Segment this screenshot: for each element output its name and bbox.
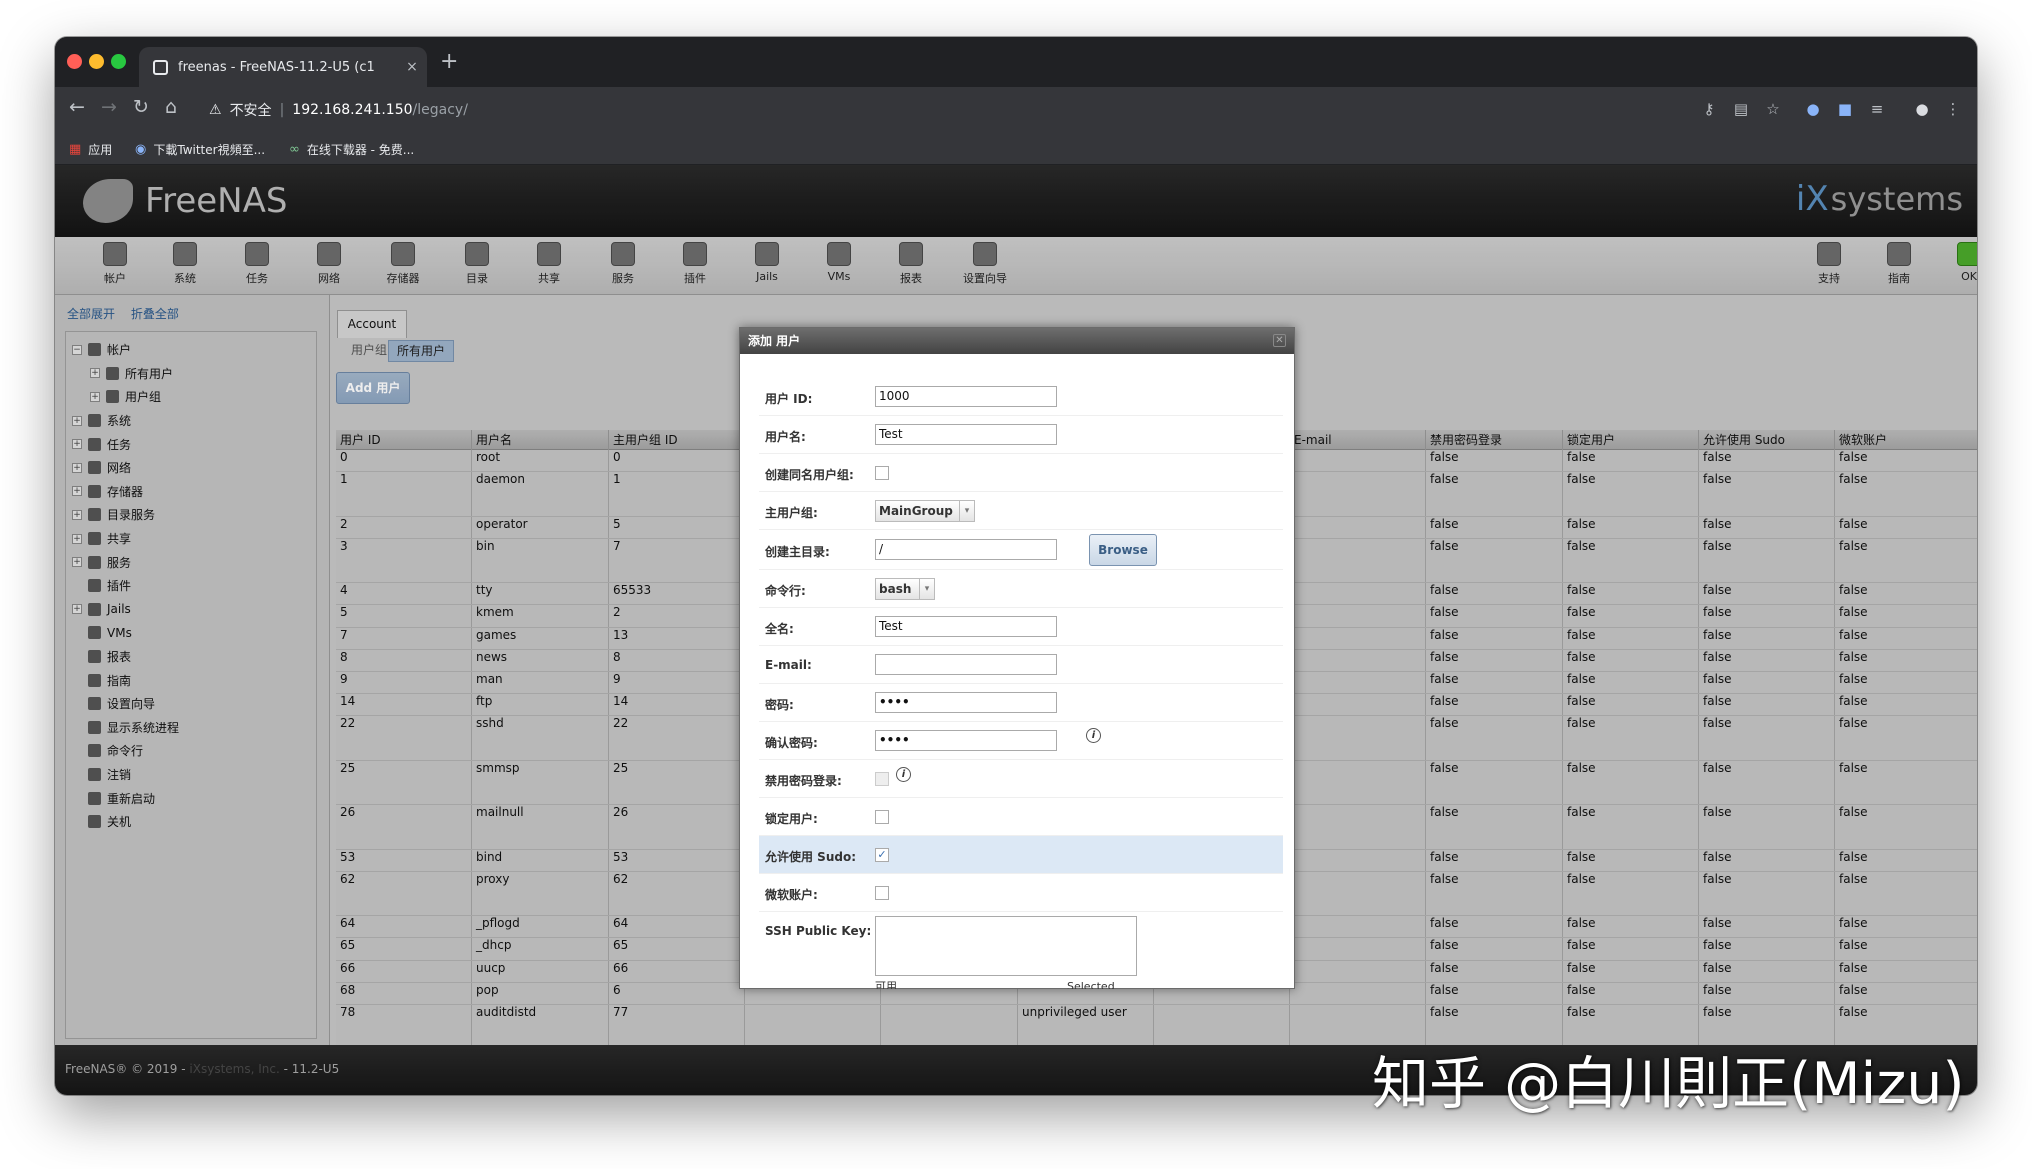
translate-icon[interactable]: ▤ [1731,100,1751,118]
browser-tab[interactable]: freenas - FreeNAS-11.2-U5 (c1 × [139,47,427,87]
freenas-app: FreeNAS iX systems 帐户 系统 任务 网络 存储器 目录 共享 服务 插件 Jai… [55,165,1977,1095]
info-icon[interactable]: i [896,767,911,782]
apps-grid-icon: ▦ [69,142,82,157]
uid-label: 用户 ID: [765,392,813,406]
bookmarks-bar: ▦ 应用 ◉ 下載Twitter視頻至... ∞ 在线下载器 - 免费... [55,133,1977,165]
add-user-form: 用户 ID: 1000 用户名: Test 创建同名用户组: 主用户组: Mai… [759,378,1283,989]
close-window-button[interactable] [67,54,82,69]
freenas-favicon-icon [153,59,168,75]
shell-label: 命令行: [765,584,806,598]
sudo-label: 允许使用 Sudo: [765,850,856,864]
chevron-down-icon: ▾ [959,501,974,521]
chevron-down-icon: ▾ [919,579,934,599]
browse-button[interactable]: Browse [1089,534,1157,566]
extension-list-icon[interactable]: ≡ [1867,100,1887,118]
ssh-key-label: SSH Public Key: [765,924,872,938]
microsoft-account-label: 微软账户: [765,888,818,902]
add-user-dialog: 添加 用户 ✕ 用户 ID: 1000 用户名: Test 创建同名用户组: 主… [739,327,1295,989]
primary-group-label: 主用户组: [765,506,818,520]
extension-translate-icon[interactable]: ■ [1835,100,1855,118]
url-path: /legacy/ [412,102,468,118]
maximize-window-button[interactable] [111,54,126,69]
ssh-key-textarea[interactable] [875,916,1137,976]
email-input[interactable] [875,654,1057,675]
create-group-checkbox[interactable] [875,466,889,480]
security-label: 不安全 [229,103,272,119]
create-group-label: 创建同名用户组: [765,468,854,482]
home-dir-label: 创建主目录: [765,545,830,559]
email-label: E-mail: [765,658,812,672]
dialog-close-icon[interactable]: ✕ [1273,334,1286,347]
group-picker-labels: 可用 Selected [875,980,1115,989]
bookmark-downloader[interactable]: ∞ 在线下载器 - 免费... [289,141,414,158]
password-input[interactable]: •••• [875,692,1057,713]
sudo-checkbox[interactable]: ✓ [875,848,889,862]
tab-close-icon[interactable]: × [397,59,427,75]
star-icon[interactable]: ☆ [1763,100,1783,118]
browser-window: freenas - FreeNAS-11.2-U5 (c1 × + ← → ↻ … [55,37,1977,1095]
profile-avatar-icon[interactable]: ● [1912,100,1932,118]
link-icon: ∞ [289,142,300,157]
dialog-title: 添加 用户 [748,334,801,348]
dialog-title-bar: 添加 用户 ✕ [740,328,1294,354]
username-label: 用户名: [765,430,806,444]
fullname-input[interactable]: Test [875,616,1057,637]
bookmark-apps[interactable]: ▦ 应用 [69,141,112,158]
home-icon[interactable]: ⌂ [159,96,183,118]
password-label: 密码: [765,698,794,712]
zhihu-watermark: 知乎 @白川則正(Mizu) [1372,1051,1965,1117]
tab-bar: freenas - FreeNAS-11.2-U5 (c1 × + [55,37,1977,87]
new-tab-button[interactable]: + [440,49,458,74]
disable-password-checkbox[interactable] [875,772,889,786]
info-icon[interactable]: i [1086,728,1101,743]
disable-password-label: 禁用密码登录: [765,774,842,788]
confirm-password-label: 确认密码: [765,736,818,750]
forward-arrow-icon[interactable]: → [97,96,121,118]
confirm-password-input[interactable]: •••• [875,730,1057,751]
url-host: 192.168.241.150 [292,102,413,118]
address-bar[interactable]: ⚠ 不安全 | 192.168.241.150 /legacy/ [195,94,1705,126]
primary-group-select[interactable]: MainGroup ▾ [875,500,975,522]
minimize-window-button[interactable] [89,54,104,69]
tab-title: freenas - FreeNAS-11.2-U5 (c1 [178,59,375,75]
bookmark-twitter[interactable]: ◉ 下載Twitter視頻至... [135,141,265,158]
back-arrow-icon[interactable]: ← [65,96,89,118]
fullname-label: 全名: [765,622,794,636]
extension-check-icon[interactable]: ● [1803,100,1823,118]
reload-icon[interactable]: ↻ [129,96,153,118]
uid-input[interactable]: 1000 [875,386,1057,407]
key-icon[interactable]: ⚷ [1699,100,1719,118]
menu-kebab-icon[interactable]: ⋮ [1943,100,1963,118]
lock-user-label: 锁定用户: [765,812,818,826]
lock-user-checkbox[interactable] [875,810,889,824]
warning-icon: ⚠ [209,102,222,118]
home-dir-input[interactable]: / [875,539,1057,560]
browser-toolbar: ← → ↻ ⌂ ⚠ 不安全 | 192.168.241.150 /legacy/… [55,87,1977,133]
username-input[interactable]: Test [875,424,1057,445]
shell-select[interactable]: bash ▾ [875,578,935,600]
globe-icon: ◉ [135,142,147,157]
microsoft-account-checkbox[interactable] [875,886,889,900]
